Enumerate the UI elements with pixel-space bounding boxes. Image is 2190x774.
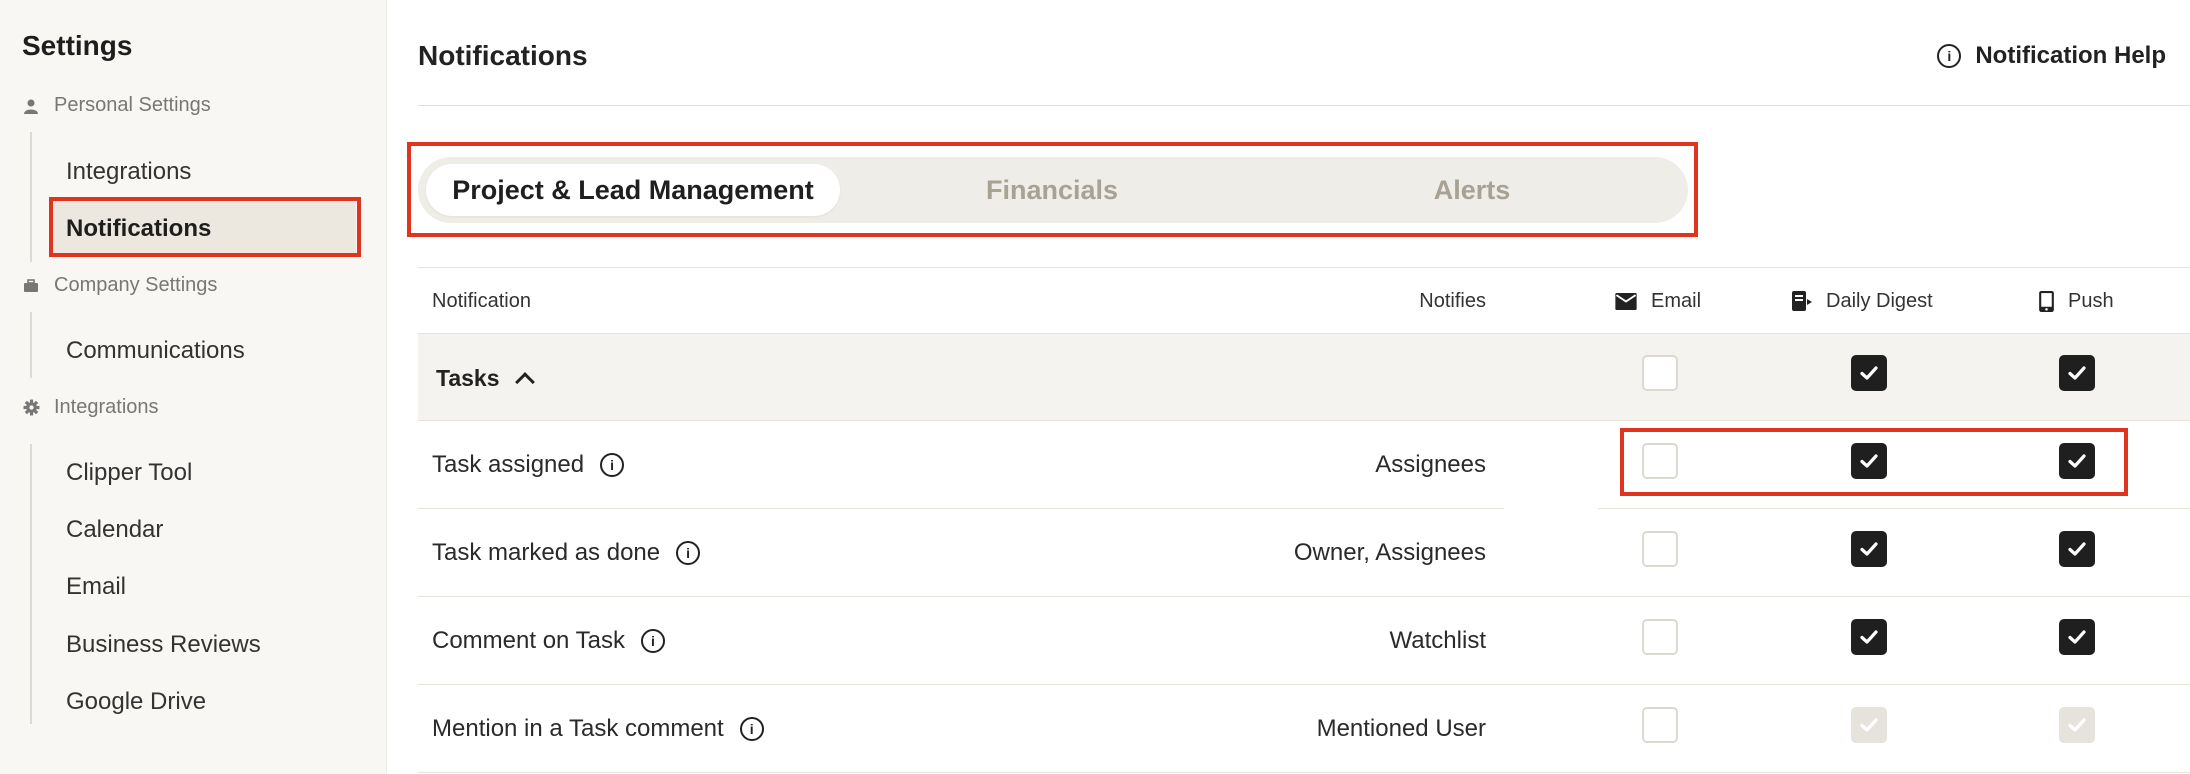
daily-digest-checkbox[interactable] bbox=[1851, 619, 1887, 655]
group-row-tasks[interactable]: Tasks bbox=[418, 333, 2190, 421]
sidebar-section-label: Personal Settings bbox=[54, 94, 211, 116]
group-toggle-tasks[interactable]: Tasks bbox=[436, 334, 535, 422]
highlight-box-sidebar bbox=[49, 197, 361, 257]
sidebar-section-company: Company Settings bbox=[22, 274, 217, 297]
sidebar-section-label: Company Settings bbox=[54, 274, 218, 296]
row-divider bbox=[418, 772, 2190, 773]
gear-icon bbox=[22, 399, 40, 417]
email-checkbox[interactable] bbox=[1642, 707, 1678, 743]
sidebar-group-line bbox=[30, 312, 32, 378]
sidebar-title: Settings bbox=[22, 30, 133, 61]
chevron-up-icon bbox=[514, 372, 535, 392]
daily-digest-checkbox-disabled bbox=[1851, 707, 1887, 743]
sidebar-item-google-drive[interactable]: Google Drive bbox=[66, 688, 206, 716]
push-checkbox-disabled bbox=[2059, 707, 2095, 743]
sidebar-group-line bbox=[30, 132, 32, 262]
sidebar-group-line bbox=[30, 444, 32, 724]
digest-icon bbox=[1792, 291, 1812, 311]
highlight-box-tabs bbox=[407, 142, 1698, 237]
column-header-push: Push bbox=[2039, 268, 2114, 334]
row-label: Task marked as done i bbox=[432, 509, 701, 597]
notifies-value: Watchlist bbox=[1389, 627, 1486, 654]
notification-help-link[interactable]: i Notification Help bbox=[1937, 42, 2166, 70]
column-header-notifies: Notifies bbox=[1419, 289, 1486, 312]
group-push-checkbox[interactable] bbox=[2059, 355, 2095, 391]
mobile-phone-icon bbox=[2039, 290, 2054, 312]
notifies-value: Assignees bbox=[1375, 451, 1486, 478]
envelope-icon bbox=[1615, 292, 1637, 310]
table-row: Mention in a Task comment i Mentioned Us… bbox=[418, 685, 2190, 773]
person-icon bbox=[22, 97, 40, 115]
info-icon[interactable]: i bbox=[739, 717, 764, 741]
notification-name: Comment on Task bbox=[432, 627, 625, 654]
column-header-daily-digest: Daily Digest bbox=[1792, 268, 1933, 334]
table-row: Comment on Task i Watchlist bbox=[418, 597, 2190, 685]
notification-name: Task marked as done bbox=[432, 539, 661, 566]
sidebar-item-integrations[interactable]: Integrations bbox=[66, 158, 191, 186]
notifies-value: Mentioned User bbox=[1316, 715, 1486, 742]
info-icon[interactable]: i bbox=[640, 629, 665, 653]
page-title: Notifications bbox=[418, 40, 588, 71]
sidebar-item-business-reviews[interactable]: Business Reviews bbox=[66, 631, 261, 659]
column-header-email-label: Email bbox=[1651, 289, 1702, 312]
push-checkbox[interactable] bbox=[2059, 619, 2095, 655]
info-icon: i bbox=[1937, 44, 1962, 68]
notification-name: Mention in a Task comment bbox=[432, 715, 724, 742]
column-header-daily-digest-label: Daily Digest bbox=[1826, 289, 1933, 312]
sidebar-section-label: Integrations bbox=[54, 396, 159, 418]
row-label: Comment on Task i bbox=[432, 597, 665, 685]
sidebar-item-communications[interactable]: Communications bbox=[66, 337, 245, 365]
sidebar-item-clipper-tool[interactable]: Clipper Tool bbox=[66, 459, 192, 487]
group-label: Tasks bbox=[436, 364, 500, 391]
table-header: Notification Notifies Email Daily Digest… bbox=[418, 267, 2190, 333]
notification-name: Task assigned bbox=[432, 451, 585, 478]
info-icon[interactable]: i bbox=[600, 453, 625, 477]
group-email-checkbox[interactable] bbox=[1642, 355, 1678, 391]
highlight-box-row-checkboxes bbox=[1620, 428, 2128, 496]
push-checkbox[interactable] bbox=[2059, 531, 2095, 567]
email-checkbox[interactable] bbox=[1642, 619, 1678, 655]
sidebar-section-integrations: Integrations bbox=[22, 396, 159, 419]
header-divider bbox=[418, 105, 2190, 106]
row-label: Mention in a Task comment i bbox=[432, 685, 764, 773]
briefcase-icon bbox=[22, 277, 40, 295]
notifies-value: Owner, Assignees bbox=[1293, 539, 1486, 566]
email-checkbox[interactable] bbox=[1642, 531, 1678, 567]
sidebar-section-personal: Personal Settings bbox=[22, 94, 211, 117]
settings-sidebar: Settings Personal Settings Integrations … bbox=[0, 0, 387, 774]
column-header-push-label: Push bbox=[2068, 289, 2114, 312]
sidebar-item-email[interactable]: Email bbox=[66, 573, 126, 601]
sidebar-item-calendar[interactable]: Calendar bbox=[66, 516, 163, 544]
column-header-notification: Notification bbox=[432, 289, 531, 312]
column-header-email: Email bbox=[1615, 268, 1701, 334]
row-label: Task assigned i bbox=[432, 421, 625, 509]
group-daily-digest-checkbox[interactable] bbox=[1851, 355, 1887, 391]
daily-digest-checkbox[interactable] bbox=[1851, 531, 1887, 567]
info-icon[interactable]: i bbox=[676, 541, 701, 565]
notification-help-label: Notification Help bbox=[1975, 42, 2166, 69]
table-row: Task marked as done i Owner, Assignees bbox=[418, 509, 2190, 597]
